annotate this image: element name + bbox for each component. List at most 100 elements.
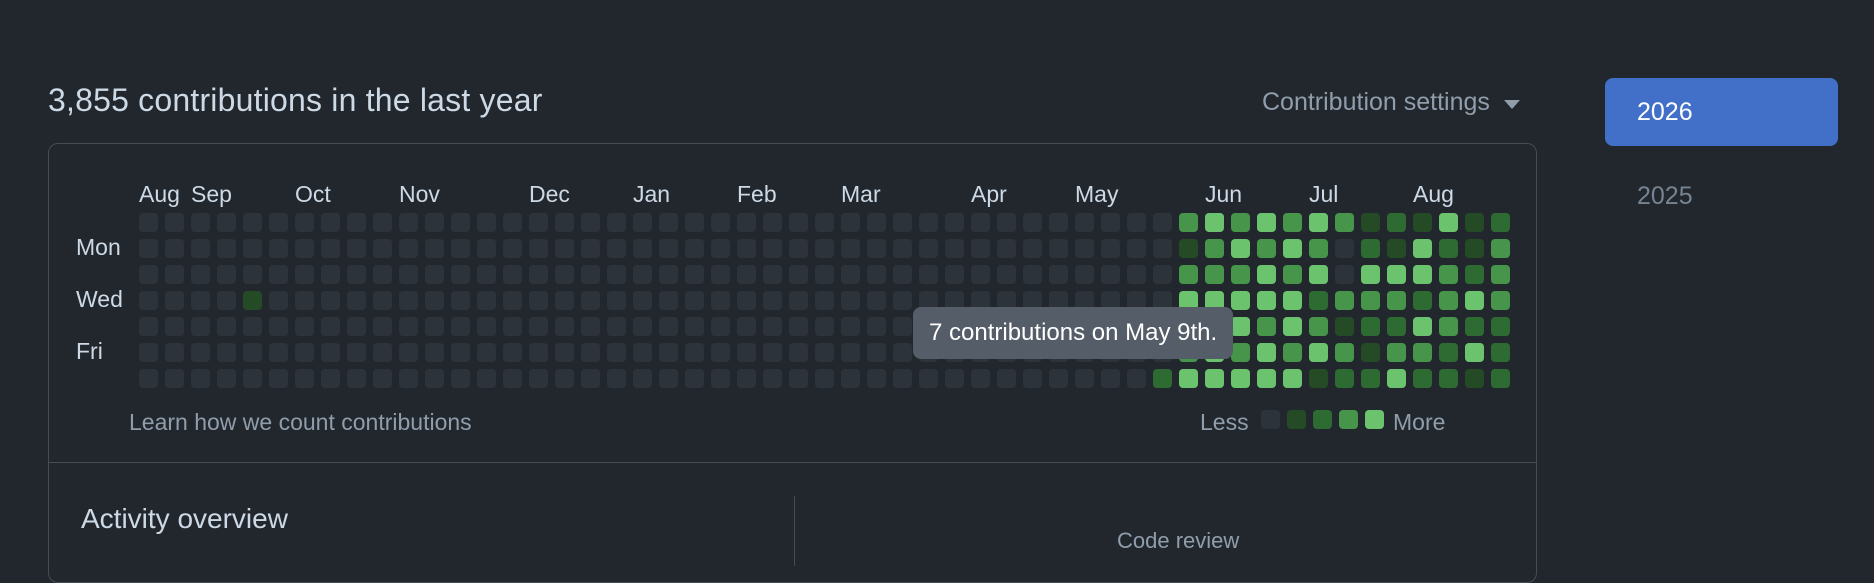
contribution-day-cell[interactable]: [503, 291, 522, 310]
contribution-day-cell[interactable]: [1023, 213, 1042, 232]
contribution-day-cell[interactable]: [1049, 265, 1068, 284]
contribution-day-cell[interactable]: [295, 343, 314, 362]
contribution-day-cell[interactable]: [529, 291, 548, 310]
contribution-day-cell[interactable]: [1309, 291, 1328, 310]
contribution-day-cell[interactable]: [1413, 265, 1432, 284]
contribution-day-cell[interactable]: [217, 265, 236, 284]
contribution-day-cell[interactable]: [867, 369, 886, 388]
contribution-day-cell[interactable]: [191, 291, 210, 310]
contribution-day-cell[interactable]: [425, 291, 444, 310]
contribution-day-cell[interactable]: [243, 317, 262, 336]
contribution-day-cell[interactable]: [399, 343, 418, 362]
contribution-day-cell[interactable]: [1335, 369, 1354, 388]
contribution-day-cell[interactable]: [1283, 317, 1302, 336]
contribution-day-cell[interactable]: [1023, 239, 1042, 258]
contribution-day-cell[interactable]: [529, 239, 548, 258]
contribution-day-cell[interactable]: [1153, 265, 1172, 284]
contribution-day-cell[interactable]: [1465, 317, 1484, 336]
contribution-day-cell[interactable]: [321, 265, 340, 284]
contribution-day-cell[interactable]: [737, 213, 756, 232]
contribution-day-cell[interactable]: [685, 369, 704, 388]
contribution-day-cell[interactable]: [1465, 291, 1484, 310]
contribution-day-cell[interactable]: [1387, 343, 1406, 362]
contribution-day-cell[interactable]: [1439, 317, 1458, 336]
contribution-day-cell[interactable]: [893, 369, 912, 388]
contribution-day-cell[interactable]: [139, 291, 158, 310]
contribution-day-cell[interactable]: [1101, 265, 1120, 284]
contribution-day-cell[interactable]: [295, 369, 314, 388]
contribution-day-cell[interactable]: [867, 317, 886, 336]
contribution-day-cell[interactable]: [633, 369, 652, 388]
contribution-day-cell[interactable]: [685, 317, 704, 336]
contribution-day-cell[interactable]: [1257, 265, 1276, 284]
contribution-day-cell[interactable]: [815, 343, 834, 362]
contribution-day-cell[interactable]: [373, 213, 392, 232]
contribution-day-cell[interactable]: [581, 317, 600, 336]
contribution-day-cell[interactable]: [503, 213, 522, 232]
contribution-day-cell[interactable]: [971, 369, 990, 388]
contribution-day-cell[interactable]: [399, 369, 418, 388]
contribution-day-cell[interactable]: [529, 265, 548, 284]
contribution-day-cell[interactable]: [1231, 317, 1250, 336]
contribution-day-cell[interactable]: [1465, 369, 1484, 388]
contribution-day-cell[interactable]: [1179, 213, 1198, 232]
contribution-day-cell[interactable]: [477, 291, 496, 310]
contribution-day-cell[interactable]: [1257, 239, 1276, 258]
contribution-day-cell[interactable]: [789, 369, 808, 388]
contribution-day-cell[interactable]: [581, 343, 600, 362]
contribution-day-cell[interactable]: [1387, 317, 1406, 336]
contribution-day-cell[interactable]: [841, 291, 860, 310]
contribution-day-cell[interactable]: [1283, 213, 1302, 232]
contribution-day-cell[interactable]: [1491, 343, 1510, 362]
contribution-day-cell[interactable]: [1075, 213, 1094, 232]
contribution-day-cell[interactable]: [1153, 213, 1172, 232]
contribution-day-cell[interactable]: [269, 265, 288, 284]
contribution-day-cell[interactable]: [503, 239, 522, 258]
contribution-day-cell[interactable]: [347, 213, 366, 232]
contribution-day-cell[interactable]: [1361, 317, 1380, 336]
year-button-2026[interactable]: 2026: [1605, 78, 1838, 146]
contribution-day-cell[interactable]: [1335, 343, 1354, 362]
contribution-day-cell[interactable]: [841, 239, 860, 258]
contribution-day-cell[interactable]: [1439, 265, 1458, 284]
contribution-day-cell[interactable]: [1231, 213, 1250, 232]
contribution-day-cell[interactable]: [945, 369, 964, 388]
contribution-day-cell[interactable]: [581, 265, 600, 284]
contribution-day-cell[interactable]: [399, 239, 418, 258]
contribution-day-cell[interactable]: [217, 369, 236, 388]
contribution-day-cell[interactable]: [1205, 213, 1224, 232]
contribution-day-cell[interactable]: [633, 343, 652, 362]
contribution-day-cell[interactable]: [841, 213, 860, 232]
contribution-day-cell[interactable]: [347, 317, 366, 336]
contribution-day-cell[interactable]: [139, 369, 158, 388]
contribution-day-cell[interactable]: [295, 291, 314, 310]
contribution-day-cell[interactable]: [191, 343, 210, 362]
contribution-day-cell[interactable]: [243, 369, 262, 388]
contribution-day-cell[interactable]: [1127, 265, 1146, 284]
contribution-day-cell[interactable]: [1179, 369, 1198, 388]
contribution-day-cell[interactable]: [1205, 265, 1224, 284]
contribution-day-cell[interactable]: [1283, 369, 1302, 388]
contribution-day-cell[interactable]: [295, 239, 314, 258]
contribution-day-cell[interactable]: [997, 369, 1016, 388]
contribution-day-cell[interactable]: [607, 265, 626, 284]
contribution-day-cell[interactable]: [243, 265, 262, 284]
contribution-day-cell[interactable]: [711, 369, 730, 388]
contribution-day-cell[interactable]: [841, 317, 860, 336]
contribution-day-cell[interactable]: [139, 265, 158, 284]
contribution-day-cell[interactable]: [1257, 343, 1276, 362]
contribution-day-cell[interactable]: [243, 343, 262, 362]
contribution-day-cell[interactable]: [373, 239, 392, 258]
contribution-day-cell[interactable]: [1439, 291, 1458, 310]
contribution-day-cell[interactable]: [139, 317, 158, 336]
contribution-day-cell[interactable]: [841, 369, 860, 388]
contribution-day-cell[interactable]: [789, 239, 808, 258]
contribution-day-cell[interactable]: [789, 317, 808, 336]
contribution-day-cell[interactable]: [425, 317, 444, 336]
contribution-day-cell[interactable]: [503, 369, 522, 388]
contribution-day-cell[interactable]: [711, 213, 730, 232]
contribution-day-cell[interactable]: [815, 317, 834, 336]
contribution-day-cell[interactable]: [217, 317, 236, 336]
contribution-day-cell[interactable]: [451, 239, 470, 258]
contribution-day-cell[interactable]: [269, 239, 288, 258]
